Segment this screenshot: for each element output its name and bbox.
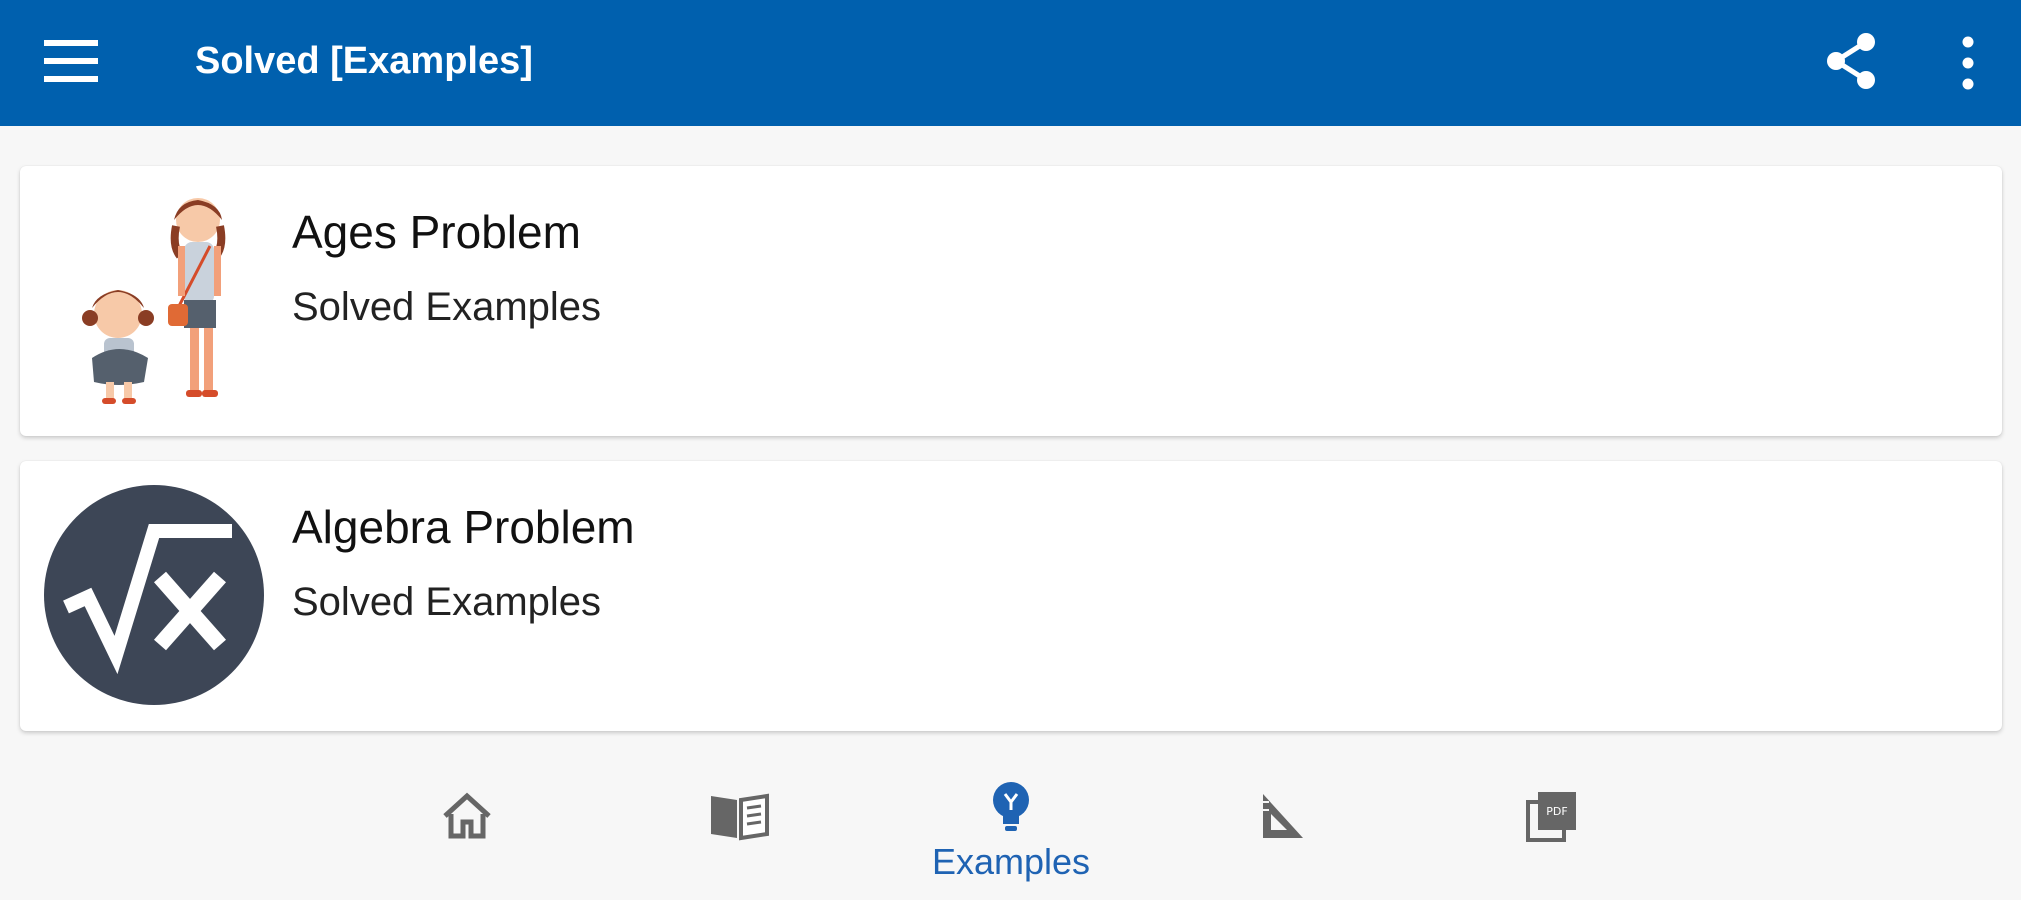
page-title: Solved [Examples]: [195, 40, 533, 82]
set-square-icon: [1263, 794, 1303, 838]
app-bar: Solved [Examples]: [0, 0, 2021, 126]
share-icon[interactable]: [1820, 28, 1882, 94]
hamburger-menu-icon[interactable]: [38, 30, 106, 96]
list-item-algebra-problem[interactable]: Algebra Problem Solved Examples: [20, 461, 2002, 731]
lightbulb-icon: [993, 782, 1029, 831]
nav-item-pdf[interactable]: PDF: [1452, 746, 1652, 900]
pdf-icon: PDF: [1526, 792, 1576, 842]
nav-item-geometry[interactable]: [1181, 746, 1381, 900]
book-icon: [711, 793, 769, 841]
nav-item-home[interactable]: [367, 746, 567, 900]
square-root-x-icon: [44, 485, 264, 705]
item-subtitle: Solved Examples: [292, 285, 602, 329]
nav-label-examples: Examples: [931, 841, 1091, 882]
nav-item-book[interactable]: [639, 746, 839, 900]
list-item-ages-problem[interactable]: Ages Problem Solved Examples: [20, 166, 2002, 436]
item-subtitle: Solved Examples: [292, 580, 602, 624]
bottom-navigation: Examples PDF: [0, 746, 2021, 900]
item-title: Ages Problem: [292, 206, 581, 258]
home-icon: [443, 792, 491, 839]
more-vert-icon[interactable]: [1946, 30, 1990, 96]
two-girls-illustration: [82, 198, 226, 404]
item-title: Algebra Problem: [292, 501, 635, 553]
nav-item-examples[interactable]: Examples: [911, 746, 1111, 900]
svg-text:PDF: PDF: [1546, 805, 1567, 818]
